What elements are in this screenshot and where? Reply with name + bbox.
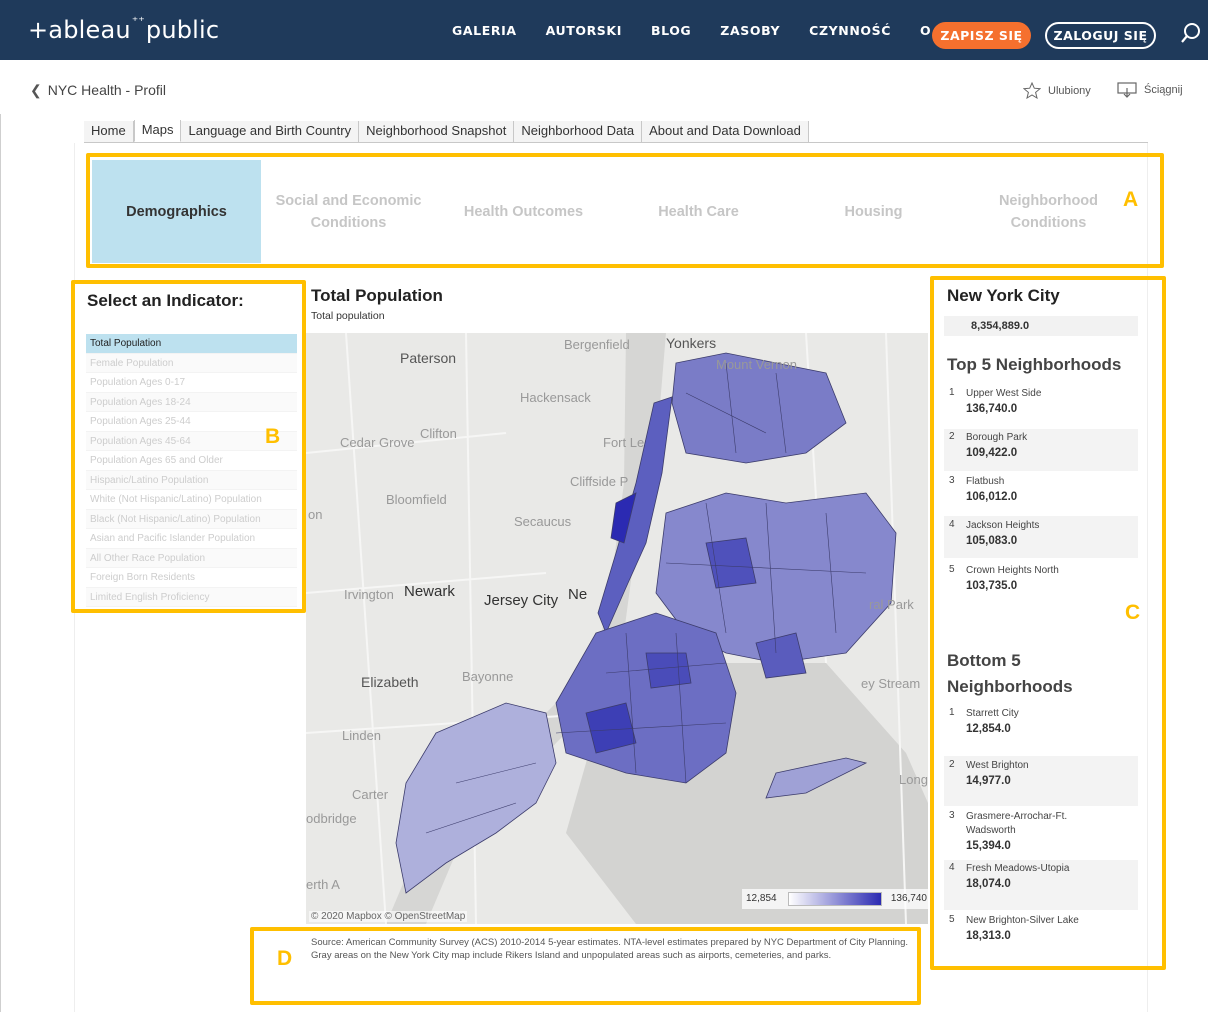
map-label-irvington: Irvington — [344, 587, 394, 602]
map-label-bergenfield: Bergenfield — [564, 337, 630, 352]
map-label-new-york: Ne — [568, 586, 588, 603]
map-graphic — [306, 333, 928, 924]
annotation-label-b: B — [265, 425, 281, 448]
star-icon — [1023, 82, 1041, 99]
logo-text-tail: public — [145, 16, 220, 44]
left-divider — [0, 114, 1, 1012]
chevron-left-icon: ❮ — [30, 82, 42, 98]
annotation-label-d: D — [277, 947, 293, 970]
map-label-bloomfield: Bloomfield — [386, 492, 447, 507]
nav-link-blog[interactable]: BLOG — [651, 23, 691, 38]
map-label-yonkers: Yonkers — [666, 335, 717, 351]
map-label-mount-vernon: Mount Vernon — [716, 357, 797, 372]
map-label-woodbridge: odbridge — [306, 811, 357, 826]
map-label-paterson: Paterson — [400, 350, 457, 366]
tableau-public-logo[interactable]: +ableau⁺⁺public — [28, 14, 220, 44]
map-label-floral-park: ral Park — [869, 597, 914, 612]
logo-text: +ableau — [28, 16, 131, 44]
map-label-newark: Newark — [404, 583, 455, 600]
map-attribution[interactable]: © 2020 Mapbox © OpenStreetMap — [309, 911, 468, 922]
legend-max: 136,740 — [890, 893, 927, 904]
download-icon — [1117, 82, 1137, 98]
annotation-box-a — [86, 153, 1164, 268]
map-label-bayonne: Bayonne — [462, 669, 514, 684]
map-title: Total Population — [311, 286, 443, 305]
page: +ableau⁺⁺public GALERIA AUTORSKI BLOG ZA… — [0, 0, 1208, 1012]
back-link-label: NYC Health - Profil — [47, 82, 166, 98]
login-button[interactable]: ZALOGUJ SIĘ — [1045, 22, 1156, 49]
top-nav: +ableau⁺⁺public GALERIA AUTORSKI BLOG ZA… — [0, 0, 1208, 60]
tab-about-data-download[interactable]: About and Data Download — [642, 121, 809, 142]
map-label-on: on — [308, 507, 323, 522]
map-label-cliffside-park: Cliffside P — [570, 474, 629, 489]
map-label-cedar-grove: Cedar Grove — [340, 435, 415, 450]
map-label-linden: Linden — [342, 728, 382, 743]
search-icon[interactable] — [1180, 22, 1202, 44]
logo-spark: ⁺⁺ — [131, 14, 145, 28]
annotation-box-d — [250, 927, 921, 1005]
legend-gradient — [788, 892, 882, 906]
nav-link-about[interactable]: O — [920, 23, 931, 38]
choropleth-map[interactable]: Yonkers Paterson Bergenfield Mount Verno… — [306, 333, 928, 924]
map-label-clifton: Clifton — [420, 426, 457, 441]
nav-links: GALERIA AUTORSKI BLOG ZASOBY CZYNNOŚĆ O — [452, 0, 960, 60]
map-label-elizabeth: Elizabeth — [361, 674, 419, 690]
map-subtitle: Total population — [311, 310, 385, 322]
tab-maps[interactable]: Maps — [133, 120, 182, 142]
nav-link-resources[interactable]: ZASOBY — [720, 23, 780, 38]
signup-button[interactable]: ZAPISZ SIĘ — [932, 22, 1031, 49]
map-label-fort-lee: Fort Le — [603, 435, 645, 450]
tab-neighborhood-data[interactable]: Neighborhood Data — [514, 121, 643, 142]
map-label-perth-amboy: erth A — [306, 877, 340, 892]
tab-home[interactable]: Home — [84, 121, 134, 142]
map-color-legend: 12,854 136,740 — [742, 889, 928, 909]
nav-link-gallery[interactable]: GALERIA — [452, 23, 517, 38]
map-label-carteret: Carter — [352, 787, 389, 802]
annotation-label-a: A — [1123, 188, 1139, 211]
nav-link-activity[interactable]: CZYNNOŚĆ — [809, 23, 891, 38]
map-label-valley-stream: ey Stream — [861, 676, 921, 691]
dashboard-tabs: Home Maps Language and Birth Country Nei… — [84, 120, 1148, 143]
map-label-secaucus: Secaucus — [514, 514, 572, 529]
map-label-hackensack: Hackensack — [520, 390, 591, 405]
annotation-label-c: C — [1125, 601, 1141, 624]
favorite-label: Ulubiony — [1048, 84, 1091, 97]
map-label-jersey-city: Jersey City — [484, 592, 559, 609]
tab-language-birth-country[interactable]: Language and Birth Country — [181, 121, 360, 142]
map-label-long-beach: Long — [899, 772, 928, 787]
back-link[interactable]: ❮ NYC Health - Profil — [30, 82, 166, 99]
tab-neighborhood-snapshot[interactable]: Neighborhood Snapshot — [359, 121, 515, 142]
download-label: Ściągnij — [1144, 84, 1183, 96]
legend-min: 12,854 — [746, 893, 777, 904]
download-button[interactable]: Ściągnij — [1117, 82, 1183, 98]
nav-link-authors[interactable]: AUTORSKI — [546, 23, 622, 38]
favorite-button[interactable]: Ulubiony — [1023, 82, 1091, 99]
